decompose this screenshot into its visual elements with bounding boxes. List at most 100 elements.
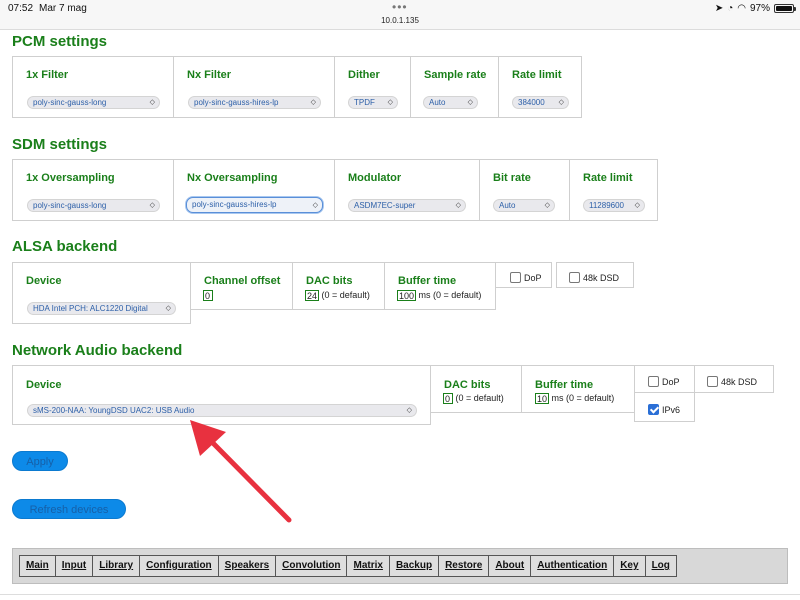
pcm-dither-value: TPDF [354,98,375,107]
nav-convolution-label: Convolution [282,560,341,571]
nav-configuration[interactable]: Configuration [139,555,219,577]
alsa-buffer-time-cell: Buffer time 100 ms (0 = default) [384,262,496,310]
network-48k-dsd-checkbox-row[interactable]: 48k DSD [707,373,757,391]
network-device-select[interactable]: sMS-200-NAA: YoungDSD UAC2: USB Audio ◇ [27,404,417,417]
alsa-dac-bits-input[interactable]: 24 [305,290,320,302]
network-dac-bits-label: DAC bits [444,379,491,391]
alsa-dac-bits-hint: (0 = default) [321,290,370,300]
annotation-arrow-shaft [207,437,292,523]
alsa-dac-bits-label: DAC bits [306,275,353,287]
more-dots-icon[interactable]: ••• [392,0,408,14]
nav-backup[interactable]: Backup [388,555,440,577]
sdm-nx-oversampling-select[interactable]: poly-sinc-gauss-hires-lp ◇ [186,197,323,213]
wifi-icon: ◠ [737,3,746,14]
pcm-sample-rate-select[interactable]: Auto ◇ [423,96,478,109]
sdm-modulator-select[interactable]: ASDM7EC-super ◇ [348,199,466,212]
pcm-sample-rate-cell: Sample rate Auto ◇ [410,56,499,118]
sdm-settings-title: SDM settings [12,136,108,153]
clock: 07:52 [8,3,34,14]
network-48k-dsd-cell: 48k DSD [694,365,774,393]
bottom-nav: Main Input Library Configuration Speaker… [12,548,788,584]
sdm-rate-limit-select[interactable]: 11289600 ◇ [583,199,645,212]
alsa-buffer-time-input[interactable]: 100 [397,290,417,302]
network-buffer-time-input[interactable]: 10 [535,393,550,405]
sdm-bit-rate-label: Bit rate [493,172,531,184]
lock-rotation-icon: ◔ [727,3,734,14]
alsa-48k-dsd-checkbox[interactable] [569,272,580,284]
address-url[interactable]: 10.0.1.135 [0,16,800,25]
alsa-buffer-time-label: Buffer time [398,275,457,287]
annotation-arrow-head [190,420,226,456]
pcm-1x-filter-label: 1x Filter [26,69,69,81]
alsa-48k-dsd-checkbox-row[interactable]: 48k DSD [569,269,619,287]
sdm-1x-oversampling-select[interactable]: poly-sinc-gauss-long ◇ [27,199,160,212]
network-backend-title: Network Audio backend [12,342,183,359]
pcm-nx-filter-cell: Nx Filter poly-sinc-gauss-hires-lp ◇ [173,56,335,118]
network-buffer-time-cell: Buffer time 10 ms (0 = default) [521,365,635,413]
network-dac-bits-input[interactable]: 0 [443,393,453,405]
alsa-backend-title: ALSA backend [12,238,118,255]
status-indicators: ➤ ◔ ◠ 97% [714,3,796,14]
alsa-channel-offset-input[interactable]: 0 [203,290,213,302]
nav-input[interactable]: Input [54,555,94,577]
nav-about[interactable]: About [488,555,532,577]
alsa-dop-cell: DoP [495,262,552,288]
alsa-dop-checkbox[interactable] [510,272,521,284]
chevron-updown-icon: ◇ [467,99,473,106]
network-dop-checkbox-row[interactable]: DoP [648,373,680,391]
network-dop-label: DoP [662,376,680,387]
nav-backup-label: Backup [395,560,433,571]
nav-matrix[interactable]: Matrix [346,555,390,577]
alsa-dac-bits-cell: DAC bits 24 (0 = default) [292,262,385,310]
sdm-bit-rate-select[interactable]: Auto ◇ [493,199,555,212]
nav-key[interactable]: Key [613,555,646,577]
pcm-settings-title: PCM settings [12,33,108,50]
sdm-rate-limit-label: Rate limit [583,172,633,184]
battery-icon [774,4,796,13]
chevron-updown-icon: ◇ [544,202,550,209]
alsa-dop-label: DoP [524,272,542,283]
sdm-modulator-label: Modulator [348,172,402,184]
nav-log-label: Log [651,560,670,571]
pcm-dither-cell: Dither TPDF ◇ [334,56,411,118]
pcm-rate-limit-select[interactable]: 384000 ◇ [512,96,569,109]
alsa-device-value: HDA Intel PCH: ALC1220 Digital [33,304,148,313]
alsa-device-cell: Device HDA Intel PCH: ALC1220 Digital ◇ [12,262,191,324]
network-ipv6-checkbox-row[interactable]: IPv6 [648,401,680,419]
pcm-1x-filter-select[interactable]: poly-sinc-gauss-long ◇ [27,96,160,109]
refresh-devices-button[interactable]: Refresh devices [12,499,126,519]
pcm-dither-select[interactable]: TPDF ◇ [348,96,398,109]
sdm-nx-oversampling-label: Nx Oversampling [187,172,278,184]
network-ipv6-checkbox[interactable] [648,404,659,416]
chevron-updown-icon: ◇ [455,202,461,209]
alsa-device-select[interactable]: HDA Intel PCH: ALC1220 Digital ◇ [27,302,176,315]
chevron-updown-icon: ◇ [149,99,155,106]
alsa-dop-checkbox-row[interactable]: DoP [510,269,542,287]
nav-restore[interactable]: Restore [438,555,490,577]
status-bar: 07:52 Mar 7 mag ••• 10.0.1.135 ➤ ◔ ◠ 97% [0,0,800,30]
pcm-nx-filter-select[interactable]: poly-sinc-gauss-hires-lp ◇ [188,96,321,109]
network-48k-dsd-label: 48k DSD [721,376,758,387]
nav-convolution[interactable]: Convolution [275,555,348,577]
pcm-nx-filter-label: Nx Filter [187,69,232,81]
pcm-dither-label: Dither [348,69,380,81]
network-dop-cell: DoP [634,365,695,393]
nav-main[interactable]: Main [19,555,56,577]
network-dop-checkbox[interactable] [648,376,659,388]
nav-authentication[interactable]: Authentication [530,555,615,577]
chevron-updown-icon: ◇ [312,202,318,209]
nav-authentication-label: Authentication [537,560,608,571]
nav-log[interactable]: Log [644,555,677,577]
network-48k-dsd-checkbox[interactable] [707,376,718,388]
nav-speakers[interactable]: Speakers [217,555,277,577]
alsa-48k-dsd-cell: 48k DSD [556,262,634,288]
nav-configuration-label: Configuration [146,560,212,571]
nav-table: Main Input Library Configuration Speaker… [19,555,677,577]
pcm-1x-filter-value: poly-sinc-gauss-long [33,98,107,107]
location-icon: ➤ [714,3,724,14]
nav-library[interactable]: Library [92,555,141,577]
alsa-dac-bits-field: 24 (0 = default) [305,290,370,302]
apply-button[interactable]: Apply [12,451,68,471]
date: Mar 7 mag [39,3,87,14]
sdm-1x-oversampling-cell: 1x Oversampling poly-sinc-gauss-long ◇ [12,159,174,221]
